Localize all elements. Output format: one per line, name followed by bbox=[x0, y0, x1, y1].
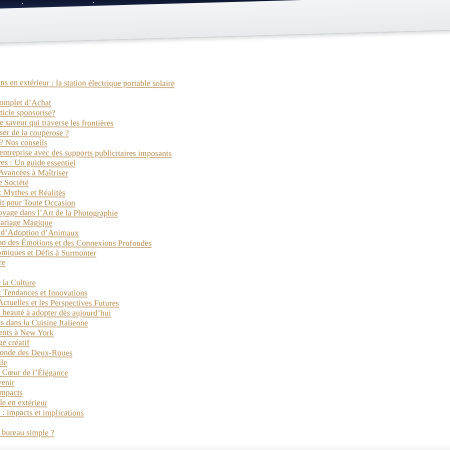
star-decoration bbox=[93, 2, 94, 3]
post-link[interactable]: de bureau simple ? bbox=[0, 428, 54, 437]
browser-viewport: oins en extérieur : la station électriqu… bbox=[0, 0, 450, 450]
star-decoration bbox=[22, 3, 23, 4]
navigation-bar bbox=[0, 0, 450, 44]
post-link[interactable]: oins en extérieur : la station électriqu… bbox=[0, 78, 175, 88]
post-list: oins en extérieur : la station électriqu… bbox=[0, 76, 450, 439]
post-link[interactable]: aire bbox=[0, 258, 5, 267]
recent-posts-list: oins en extérieur : la station électriqu… bbox=[0, 76, 450, 439]
page-bottom-edge bbox=[0, 444, 450, 450]
post-link[interactable]: Monde des Deux-Roues bbox=[0, 348, 72, 357]
post-link[interactable]: ail : impacts et implications bbox=[0, 408, 84, 418]
post-link[interactable]: nomiques et Défis à Surmonter bbox=[0, 248, 96, 258]
list-item: de bureau simple ? bbox=[0, 426, 450, 439]
